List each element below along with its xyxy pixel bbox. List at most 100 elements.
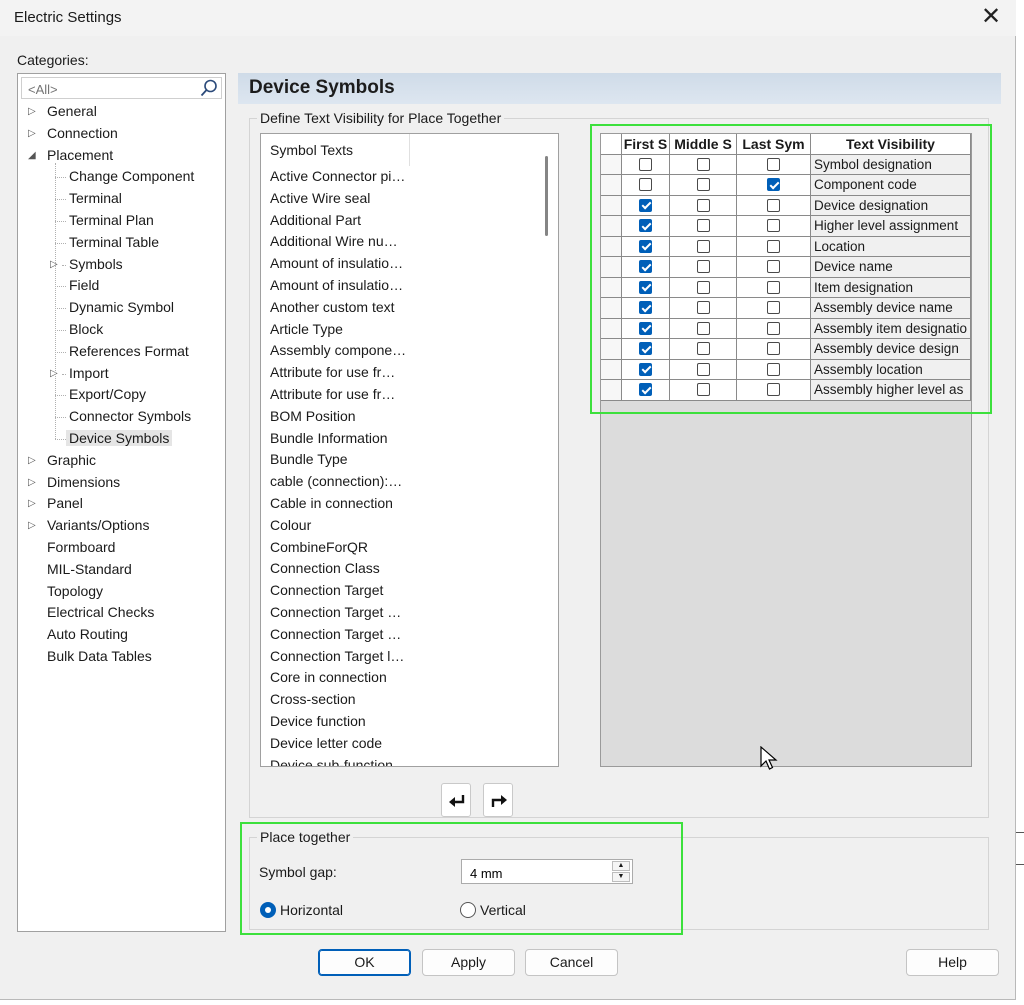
tree-item[interactable]: Export/Copy	[69, 384, 146, 405]
middle-symbol-checkbox[interactable]	[697, 362, 710, 376]
cancel-button[interactable]: Cancel	[525, 949, 618, 976]
grid-column-header[interactable]: Middle S	[670, 134, 737, 154]
tree-item[interactable]: Block	[69, 319, 103, 340]
last-symbol-checkbox[interactable]	[767, 321, 780, 335]
text-visibility-cell[interactable]: Location	[811, 236, 971, 256]
tree-item[interactable]: Auto Routing	[47, 624, 128, 645]
category-search-input[interactable]	[26, 80, 200, 98]
middle-symbol-checkbox[interactable]	[697, 219, 710, 232]
text-visibility-grid[interactable]: First S Middle S Last Sym Text Visibility Sy…	[600, 133, 972, 767]
category-search[interactable]	[21, 77, 222, 99]
vertical-label[interactable]: Vertical	[480, 902, 526, 918]
first-symbol-checkbox[interactable]	[639, 383, 652, 396]
row-header-cell[interactable]	[601, 380, 622, 400]
tree-item[interactable]: Terminal	[69, 188, 122, 209]
search-icon[interactable]	[199, 78, 219, 98]
text-visibility-cell[interactable]: Item designation	[811, 277, 971, 297]
tree-item[interactable]: MIL-Standard	[47, 559, 132, 580]
last-symbol-checkbox[interactable]	[767, 362, 780, 376]
tree-item[interactable]: Dynamic Symbol	[69, 297, 174, 318]
list-item[interactable]: Additional Part	[270, 212, 410, 228]
ok-button[interactable]: OK	[318, 949, 411, 976]
text-visibility-cell[interactable]: Assembly location	[811, 359, 971, 379]
row-header-cell[interactable]	[601, 359, 622, 379]
middle-symbol-checkbox[interactable]	[697, 260, 710, 273]
tree-collapse-icon[interactable]: ▷	[28, 521, 38, 531]
move-left-button[interactable]	[441, 783, 471, 817]
move-right-button[interactable]	[483, 783, 513, 817]
last-symbol-checkbox[interactable]	[767, 280, 780, 294]
horizontal-radio[interactable]	[260, 902, 276, 918]
tree-item[interactable]: Import	[69, 363, 109, 384]
tree-collapse-icon[interactable]: ▷	[28, 477, 38, 488]
list-item[interactable]: Amount of insulatio…	[270, 277, 410, 293]
text-visibility-cell[interactable]: Device designation	[811, 195, 971, 215]
middle-symbol-checkbox[interactable]	[697, 321, 710, 335]
tree-item[interactable]: Change Component	[69, 166, 194, 187]
middle-symbol-checkbox[interactable]	[697, 157, 710, 171]
list-item[interactable]: cable (connection):…	[270, 473, 410, 489]
tree-collapse-icon[interactable]: ▷	[28, 107, 38, 117]
tree-item[interactable]: Electrical Checks	[47, 602, 154, 623]
last-symbol-checkbox[interactable]	[767, 260, 780, 273]
symbol-gap-stepper[interactable]: ▲ ▼	[461, 859, 633, 884]
list-item[interactable]: Bundle Type	[270, 451, 410, 467]
list-item[interactable]: Device sub-function	[270, 757, 410, 766]
tree-item[interactable]: Topology	[47, 581, 103, 602]
tree-item[interactable]: Dimensions	[47, 472, 120, 493]
list-item[interactable]: Connection Class	[270, 560, 410, 576]
tree-collapse-icon[interactable]: ▷	[28, 128, 38, 139]
grid-column-header[interactable]: First S	[622, 134, 670, 154]
first-symbol-checkbox[interactable]	[639, 301, 652, 314]
first-symbol-checkbox[interactable]	[639, 219, 652, 232]
middle-symbol-checkbox[interactable]	[697, 280, 710, 294]
middle-symbol-checkbox[interactable]	[697, 239, 710, 253]
last-symbol-checkbox[interactable]	[767, 383, 780, 396]
last-symbol-checkbox[interactable]	[767, 342, 780, 355]
row-header-cell[interactable]	[601, 298, 622, 318]
list-item[interactable]: Connection Target …	[270, 626, 410, 642]
vertical-radio[interactable]	[460, 902, 476, 918]
tree-item[interactable]: Device Symbols	[66, 428, 173, 449]
tree-item[interactable]: Bulk Data Tables	[47, 646, 152, 667]
last-symbol-checkbox[interactable]	[767, 157, 780, 171]
row-header-cell[interactable]	[601, 277, 622, 297]
category-tree[interactable]: ▷ General ▷ Connection ◢ Placement Change Comp…	[17, 73, 226, 932]
scrollbar-thumb[interactable]	[545, 156, 548, 236]
first-symbol-checkbox[interactable]	[639, 260, 652, 273]
last-symbol-checkbox[interactable]	[767, 239, 780, 253]
tree-item[interactable]: Connection	[47, 123, 118, 144]
close-icon[interactable]: ✕	[974, 2, 1008, 34]
text-visibility-cell[interactable]: Higher level assignment	[811, 216, 971, 236]
row-header-cell[interactable]	[601, 236, 622, 256]
list-item[interactable]: BOM Position	[270, 408, 410, 424]
list-item[interactable]: Device letter code	[270, 735, 410, 751]
tree-item[interactable]: Field	[69, 275, 99, 296]
horizontal-label[interactable]: Horizontal	[280, 902, 343, 918]
last-symbol-checkbox[interactable]	[767, 219, 780, 232]
first-symbol-checkbox[interactable]	[639, 321, 652, 335]
list-item[interactable]: Active Connector pi…	[270, 168, 410, 184]
text-visibility-cell[interactable]: Assembly device name	[811, 298, 971, 318]
first-symbol-checkbox[interactable]	[639, 198, 652, 212]
list-item[interactable]: Attribute for use fr…	[270, 364, 410, 380]
list-item[interactable]: Core in connection	[270, 669, 410, 685]
middle-symbol-checkbox[interactable]	[697, 383, 710, 396]
first-symbol-checkbox[interactable]	[639, 178, 652, 191]
list-item[interactable]: Attribute for use fr…	[270, 386, 410, 402]
decrement-icon[interactable]: ▼	[612, 872, 630, 882]
increment-icon[interactable]: ▲	[612, 861, 630, 871]
tree-item[interactable]: Terminal Table	[69, 232, 159, 253]
last-symbol-checkbox[interactable]	[767, 198, 780, 212]
tree-collapse-icon[interactable]: ▷	[28, 499, 38, 509]
list-item[interactable]: Cross-section	[270, 691, 410, 707]
text-visibility-cell[interactable]: Assembly device design	[811, 339, 971, 359]
grid-column-header[interactable]: Last Sym	[737, 134, 811, 154]
text-visibility-cell[interactable]: Assembly item designatio	[811, 318, 971, 338]
text-visibility-cell[interactable]: Assembly higher level as	[811, 380, 971, 400]
first-symbol-checkbox[interactable]	[639, 280, 652, 294]
list-item[interactable]: Another custom text	[270, 299, 410, 315]
row-header-cell[interactable]	[601, 154, 622, 174]
tree-item[interactable]: Variants/Options	[47, 515, 149, 536]
first-symbol-checkbox[interactable]	[639, 157, 652, 171]
